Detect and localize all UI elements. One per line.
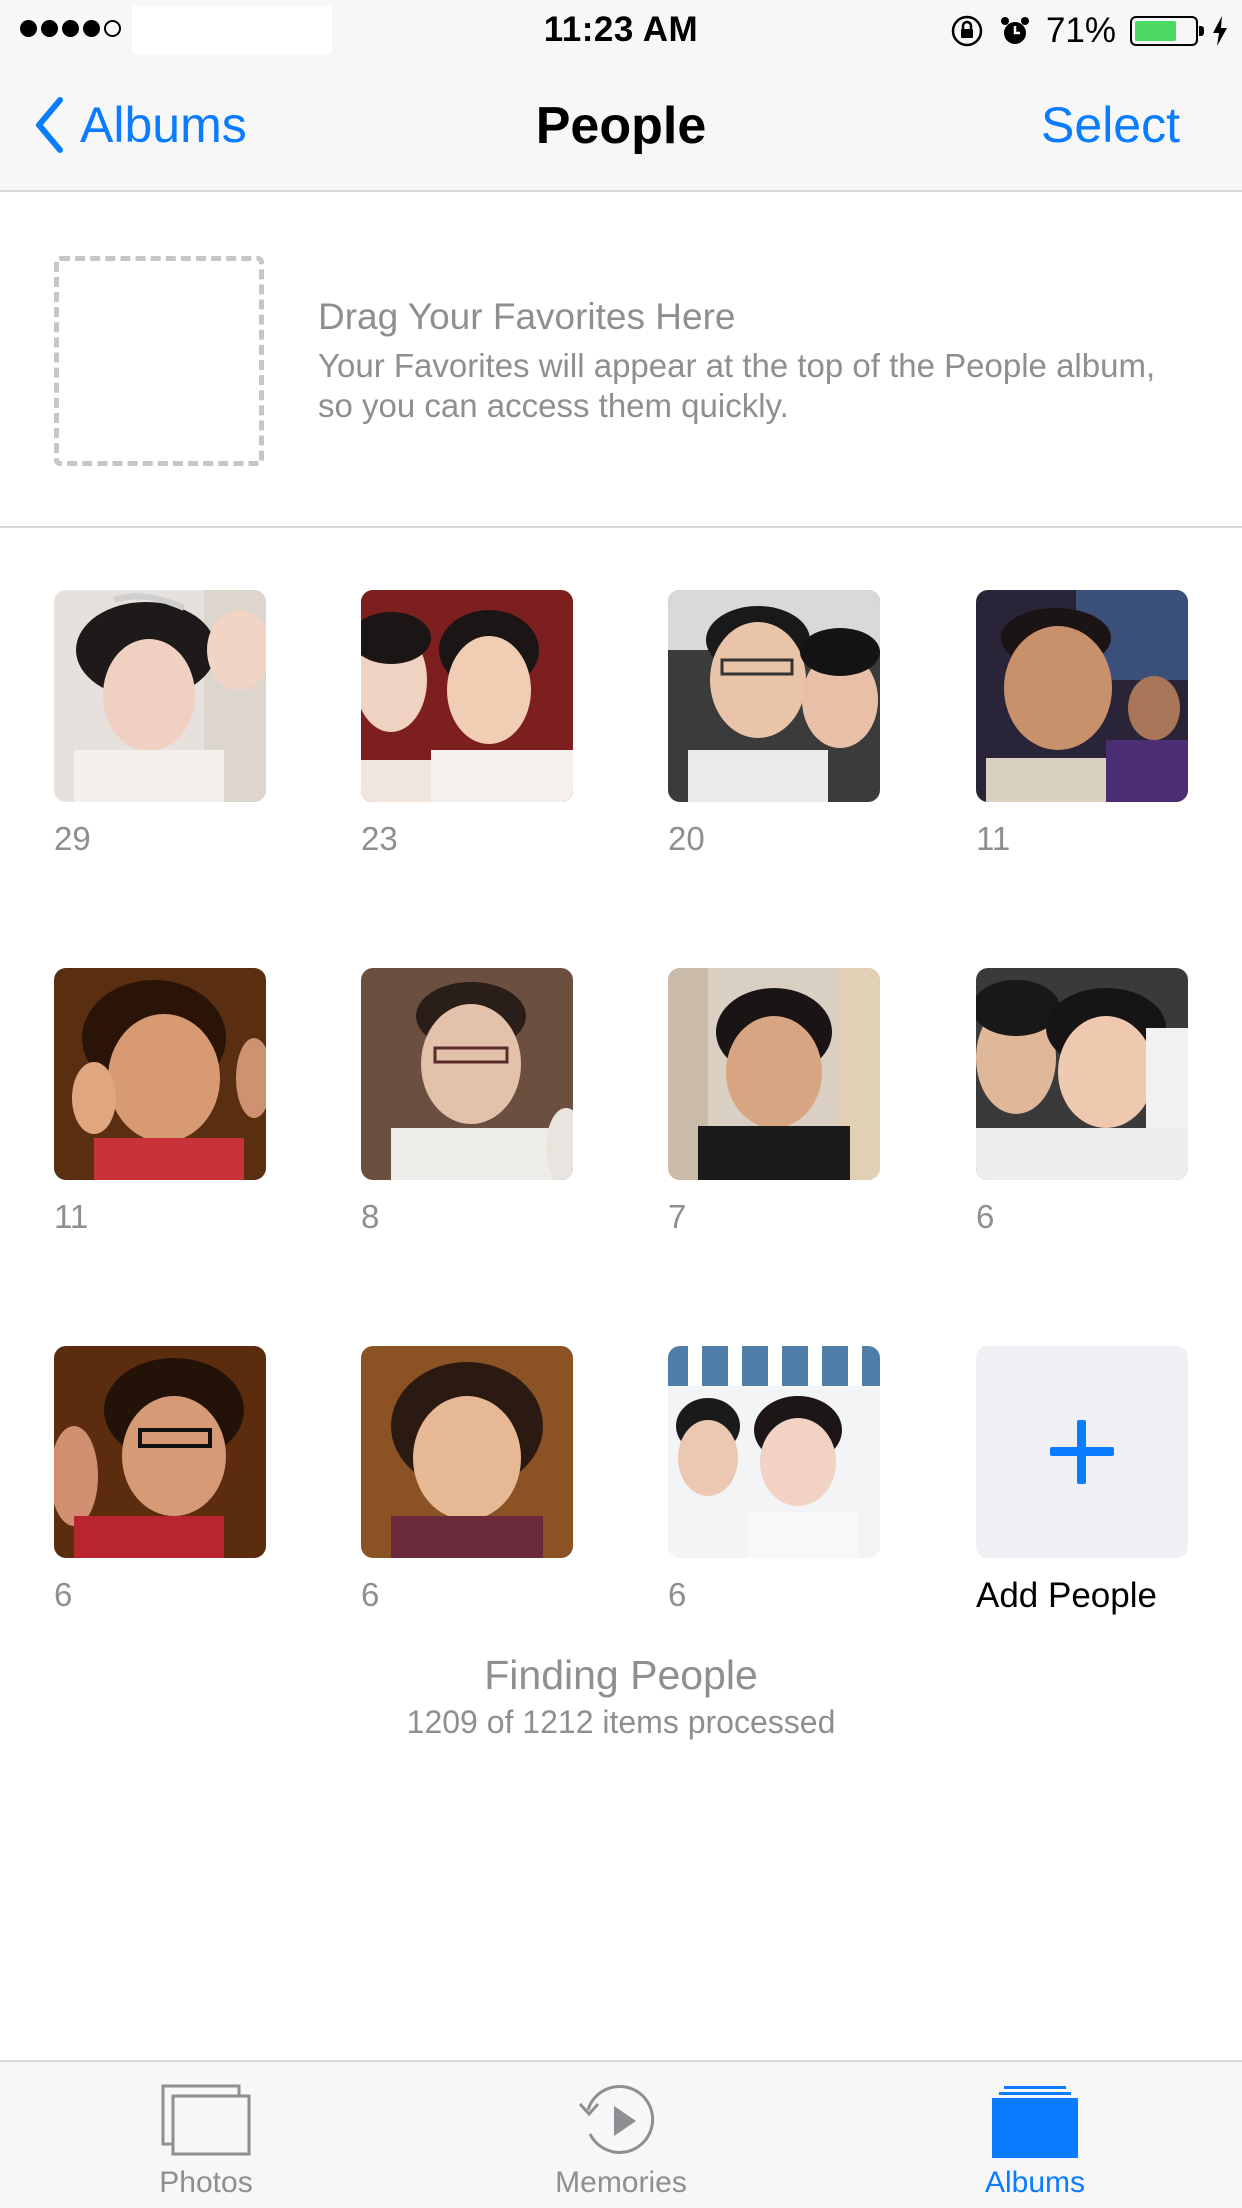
person-photo-count: 11	[54, 1198, 89, 1235]
person-photo-count: 6	[54, 1576, 73, 1613]
person-photo-count: 6	[976, 1198, 995, 1235]
tab-bar: Photos Memories Albums	[0, 2060, 1242, 2208]
albums-tab-icon	[992, 2086, 1078, 2158]
person-tile[interactable]: 20	[668, 590, 880, 858]
person-photo-count: 8	[361, 1198, 380, 1235]
tab-photos[interactable]: Photos	[86, 2062, 326, 2208]
person-tile[interactable]: 6	[668, 1346, 880, 1614]
favorites-section: Drag Your Favorites Here Your Favorites …	[0, 192, 1242, 528]
add-people-button[interactable]	[976, 1346, 1188, 1558]
status-indicators: 71%	[950, 10, 1228, 52]
person-face-thumbnail	[668, 968, 880, 1180]
person-face-thumbnail	[54, 1346, 266, 1558]
tab-photos-label: Photos	[159, 2166, 253, 2199]
favorites-drop-zone[interactable]	[54, 256, 264, 466]
person-face-thumbnail	[361, 1346, 573, 1558]
person-tile[interactable]: 23	[361, 590, 573, 858]
favorites-title: Drag Your Favorites Here	[318, 296, 736, 337]
battery-level-fill	[1135, 21, 1177, 41]
person-face-thumbnail	[54, 590, 266, 802]
person-face-thumbnail	[668, 1346, 880, 1558]
person-tile[interactable]: 7	[668, 968, 880, 1236]
person-tile[interactable]: 8	[361, 968, 573, 1236]
select-button[interactable]: Select	[1041, 96, 1180, 154]
person-face-thumbnail	[361, 590, 573, 802]
finding-people-title: Finding People	[484, 1652, 758, 1698]
status-bar: 11:23 AM 71%	[0, 0, 1242, 62]
person-photo-count: 6	[361, 1576, 380, 1613]
person-face-thumbnail	[54, 968, 266, 1180]
tab-memories[interactable]: Memories	[501, 2062, 741, 2208]
person-photo-count: 23	[361, 820, 398, 857]
person-tile[interactable]: 6	[976, 968, 1188, 1236]
battery-percentage: 71%	[1045, 11, 1116, 50]
favorites-description: Your Favorites will appear at the top of…	[318, 347, 1156, 424]
person-photo-count: 11	[976, 820, 1011, 857]
person-photo-count: 6	[668, 1576, 687, 1613]
person-photo-count: 29	[54, 820, 91, 857]
person-face-thumbnail	[976, 968, 1188, 1180]
person-tile[interactable]: 11	[54, 968, 266, 1236]
tab-albums[interactable]: Albums	[915, 2062, 1155, 2208]
orientation-lock-icon	[951, 15, 983, 47]
person-face-thumbnail	[668, 590, 880, 802]
person-tile[interactable]: 11	[976, 590, 1188, 858]
items-processed-text: 1209 of 1212 items processed	[406, 1704, 836, 1740]
person-tile[interactable]: 29	[54, 590, 266, 858]
photos-tab-icon	[161, 2084, 251, 2156]
person-face-thumbnail	[976, 590, 1188, 802]
tab-memories-label: Memories	[555, 2166, 687, 2199]
tab-albums-label: Albums	[984, 2166, 1086, 2199]
battery-icon	[1130, 16, 1204, 46]
charging-bolt-icon	[1213, 16, 1227, 46]
add-people-label: Add People	[976, 1576, 1157, 1615]
alarm-icon	[1000, 17, 1029, 44]
person-tile[interactable]: 6	[361, 1346, 573, 1614]
person-photo-count: 7	[668, 1198, 687, 1235]
add-people-tile[interactable]: Add People	[976, 1346, 1188, 1616]
navigation-bar: Albums People Select	[0, 62, 1242, 192]
memories-tab-icon	[578, 2084, 655, 2154]
person-face-thumbnail	[361, 968, 573, 1180]
person-photo-count: 20	[668, 820, 705, 857]
person-tile[interactable]: 6	[54, 1346, 266, 1614]
